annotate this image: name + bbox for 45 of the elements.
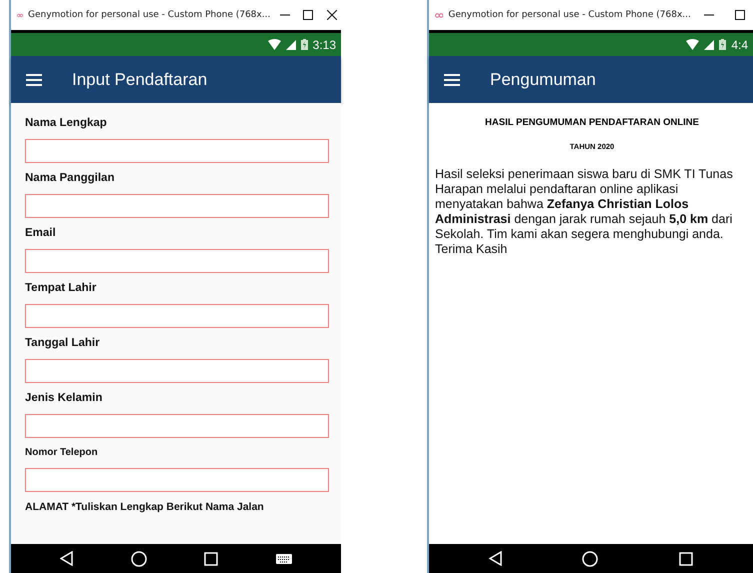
input-field[interactable]	[25, 139, 329, 163]
field-label: Jenis Kelamin	[25, 392, 104, 404]
battery-icon	[719, 39, 726, 50]
wifi-icon	[268, 39, 281, 50]
input-field[interactable]	[25, 468, 329, 492]
announcement-text: Hasil seleksi penerimaan siswa baru di SMK TI Tunas Harapan melalui pendaftaran online aplikasi menyatakan bahwa Zefanya Christian Lolos Administrasi dengan jarak rumah sejauh 5,0 km dari Sekolah. Tim kami akan segera menghubungi anda. Terima Kasih	[435, 167, 734, 257]
window-title: Genymotion for personal use - Custom Phone (768x...	[448, 10, 691, 20]
home-icon[interactable]	[130, 550, 147, 566]
status-time: 3:13	[312, 38, 336, 52]
genymotion-logo-icon	[435, 12, 444, 18]
maximize-icon[interactable]	[303, 10, 314, 20]
field-label: ALAMAT *Tuliskan Lengkap Berikut Nama Jalan	[25, 501, 265, 513]
signal-icon	[704, 40, 714, 50]
home-icon[interactable]	[582, 550, 598, 566]
close-icon[interactable]	[326, 10, 337, 20]
recents-icon[interactable]	[204, 552, 218, 566]
window-title: Genymotion for personal use - Custom Phone (768x...	[28, 10, 270, 20]
back-icon[interactable]	[489, 551, 502, 566]
menu-icon[interactable]	[444, 74, 460, 86]
input-field[interactable]	[25, 249, 329, 273]
menu-icon[interactable]	[26, 74, 42, 86]
wifi-icon	[686, 39, 700, 50]
field-label: Nama Panggilan	[25, 172, 116, 184]
keyboard-icon[interactable]	[276, 554, 292, 564]
app-bar-title: Pengumuman	[490, 70, 596, 90]
recents-icon[interactable]	[678, 552, 693, 566]
input-field[interactable]	[25, 359, 329, 383]
field-label: Tanggal Lahir	[25, 337, 101, 349]
app-bar-title: Input Pendaftaran	[72, 70, 208, 90]
minimize-icon[interactable]	[704, 14, 714, 16]
back-icon[interactable]	[60, 551, 73, 566]
field-label: Nomor Telepon	[25, 447, 99, 458]
battery-icon	[300, 39, 308, 50]
input-field[interactable]	[25, 194, 329, 218]
signal-icon	[286, 40, 296, 50]
status-time: 4:4	[731, 38, 748, 52]
input-field[interactable]	[25, 414, 329, 438]
genymotion-logo-icon	[17, 12, 23, 18]
field-label: Email	[25, 227, 57, 239]
field-label: Nama Lengkap	[25, 117, 108, 129]
minimize-icon[interactable]	[280, 14, 290, 16]
announcement-heading: HASIL PENGUMUMAN PENDAFTARAN ONLINE	[484, 117, 700, 128]
field-label: Tempat Lahir	[25, 282, 98, 294]
input-field[interactable]	[25, 304, 329, 328]
maximize-icon[interactable]	[734, 10, 745, 20]
